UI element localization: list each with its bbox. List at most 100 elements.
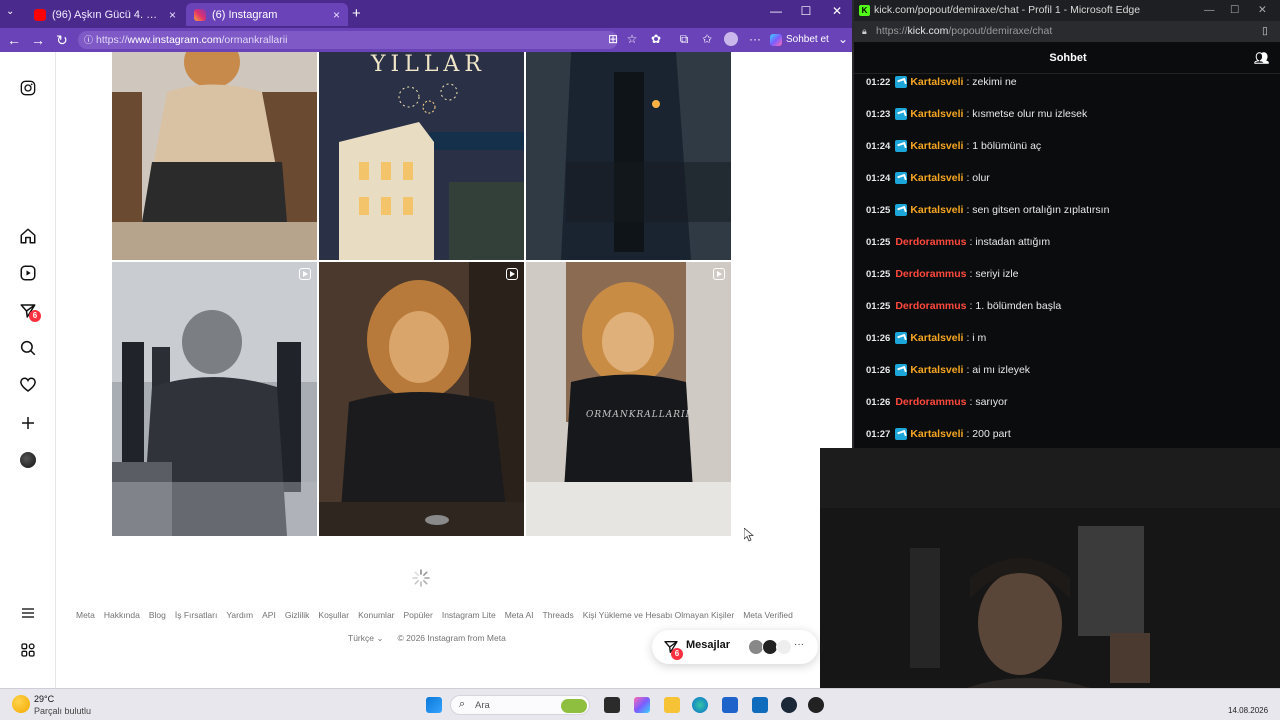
file-explorer-icon[interactable] (664, 697, 680, 713)
close-window-button[interactable]: ✕ (1258, 0, 1267, 21)
favorites-icon[interactable]: ✩ (698, 32, 716, 46)
users-icon[interactable]: 👥︎ (1254, 42, 1269, 74)
message-username[interactable]: Derdorammus (895, 396, 966, 408)
post-tile[interactable] (319, 262, 524, 536)
copilot-app-icon[interactable] (634, 697, 650, 713)
reading-view-icon[interactable]: ▯ (1262, 21, 1268, 42)
post-tile[interactable] (112, 262, 317, 536)
message-username[interactable]: Kartalsveli (910, 204, 963, 216)
post-tile[interactable]: YILLAR (319, 52, 524, 260)
tab-youtube[interactable]: (96) Aşkın Gücü 4. Sezon 1. Bölüm × (26, 3, 184, 26)
footer-link[interactable]: Konumlar (358, 610, 394, 620)
loading-spinner-icon (412, 569, 430, 587)
close-tab-icon[interactable]: × (169, 8, 176, 22)
steam-icon[interactable] (781, 697, 797, 713)
edge-icon[interactable] (692, 697, 708, 713)
message-text: : olur (966, 172, 990, 184)
footer-link[interactable]: Threads (543, 610, 574, 620)
outlook-icon[interactable] (752, 697, 768, 713)
post-tile[interactable]: ORMANKRALLARII (526, 262, 731, 536)
profile-avatar-icon[interactable] (17, 449, 39, 471)
post-tile[interactable] (526, 52, 731, 260)
site-info-icon[interactable]: ⓘ (84, 31, 93, 49)
home-icon[interactable] (17, 225, 39, 247)
message-username[interactable]: Derdorammus (895, 300, 966, 312)
url-host: www.instagram.com (127, 34, 222, 46)
watermark-text: ORMANKRALLARII (586, 410, 691, 420)
footer-link[interactable]: Yardım (226, 610, 253, 620)
chevron-down-icon: ⌄ (376, 633, 384, 643)
search-placeholder: Ara (475, 700, 490, 711)
profile-avatar-icon[interactable] (722, 32, 740, 49)
footer-link[interactable]: Kişi Yükleme ve Hesabı Olmayan Kişiler (583, 610, 735, 620)
message-username[interactable]: Kartalsveli (910, 108, 963, 120)
heart-icon[interactable] (17, 374, 39, 396)
extensions-icon[interactable]: ✿ (647, 32, 665, 46)
footer-link[interactable]: Popüler (404, 610, 433, 620)
tab-actions-chevron-icon[interactable]: ⌄ (6, 6, 14, 17)
message-username[interactable]: Kartalsveli (910, 364, 963, 376)
instagram-logo-icon[interactable] (17, 77, 39, 99)
message-text: : ai mı izleyek (966, 364, 1031, 376)
subscriber-badge-icon (895, 428, 908, 440)
windows-start-icon[interactable] (426, 697, 442, 713)
forward-icon[interactable]: → (28, 31, 48, 49)
split-screen-icon[interactable]: ⧉ (675, 32, 693, 47)
weather-icon[interactable] (12, 695, 30, 713)
footer-link[interactable]: İş Fırsatları (175, 610, 218, 620)
search-icon[interactable] (17, 337, 39, 359)
minimize-button[interactable]: — (1204, 0, 1215, 21)
message-timestamp: 01:25 (866, 236, 891, 248)
close-window-button[interactable]: ✕ (825, 4, 849, 18)
man-with-match-image (526, 52, 731, 260)
create-plus-icon[interactable] (17, 412, 39, 434)
install-app-icon[interactable]: ⊞ (604, 32, 622, 46)
favorite-star-icon[interactable]: ☆ (623, 32, 641, 46)
chat-header: Sohbet 👥︎ (854, 42, 1280, 74)
footer-link[interactable]: Meta Verified (743, 610, 793, 620)
tab-instagram[interactable]: (6) Instagram × (186, 3, 348, 26)
copilot-chat-button[interactable]: Sohbet et (770, 32, 829, 48)
footer-link[interactable]: Blog (149, 610, 166, 620)
menu-hamburger-icon[interactable] (17, 602, 39, 624)
footer-link[interactable]: Meta (76, 610, 95, 620)
obs-icon[interactable] (808, 697, 824, 713)
store-icon[interactable] (722, 697, 738, 713)
task-view-icon[interactable] (604, 697, 620, 713)
new-tab-button[interactable]: + (352, 5, 361, 22)
message-username[interactable]: Kartalsveli (910, 76, 963, 88)
message-username[interactable]: Derdorammus (895, 236, 966, 248)
maximize-button[interactable]: ☐ (1230, 0, 1239, 21)
collapse-chevron-icon[interactable]: ⌄ (834, 32, 852, 46)
back-icon[interactable]: ← (4, 31, 24, 49)
url-field[interactable]: ⓘ https://www.instagram.com/ormankrallar… (78, 31, 618, 49)
taskbar-search-box[interactable]: ⌕ Ara (450, 695, 590, 715)
footer-link[interactable]: Koşullar (318, 610, 349, 620)
close-tab-icon[interactable]: × (333, 8, 340, 22)
footer-link[interactable]: API (262, 610, 276, 620)
grid-caption-text: YILLAR (371, 52, 486, 77)
reels-icon[interactable] (17, 262, 39, 284)
footer-link[interactable]: Hakkında (104, 610, 140, 620)
footer-link[interactable]: Gizlilik (285, 610, 310, 620)
message-username[interactable]: Derdorammus (895, 268, 966, 280)
post-tile[interactable] (112, 52, 317, 260)
message-text: : i m (966, 332, 987, 344)
more-menu-icon[interactable]: ··· (746, 32, 764, 46)
message-username[interactable]: Kartalsveli (910, 172, 963, 184)
refresh-icon[interactable]: ↻ (52, 31, 72, 49)
language-select[interactable]: Türkçe ⌄ (348, 633, 383, 644)
maximize-button[interactable]: ☐ (794, 4, 818, 18)
chat-message: 01:25 Kartalsveli: sen gitsen ortalığın z… (866, 202, 1109, 218)
footer-link[interactable]: Meta AI (505, 610, 534, 620)
message-username[interactable]: Kartalsveli (910, 332, 963, 344)
footer-link[interactable]: Instagram Lite (442, 610, 496, 620)
url-field[interactable]: 🔒︎ https://kick.com/popout/demiraxe/chat… (854, 21, 1280, 42)
message-username[interactable]: Kartalsveli (910, 140, 963, 152)
messages-pill-button[interactable]: 6 Mesajlar ··· (652, 630, 818, 664)
also-from-meta-icon[interactable] (17, 639, 39, 661)
minimize-button[interactable]: — (764, 4, 788, 18)
language-label: Türkçe (348, 633, 374, 643)
message-username[interactable]: Kartalsveli (910, 428, 963, 440)
message-text: : 200 part (966, 428, 1011, 440)
